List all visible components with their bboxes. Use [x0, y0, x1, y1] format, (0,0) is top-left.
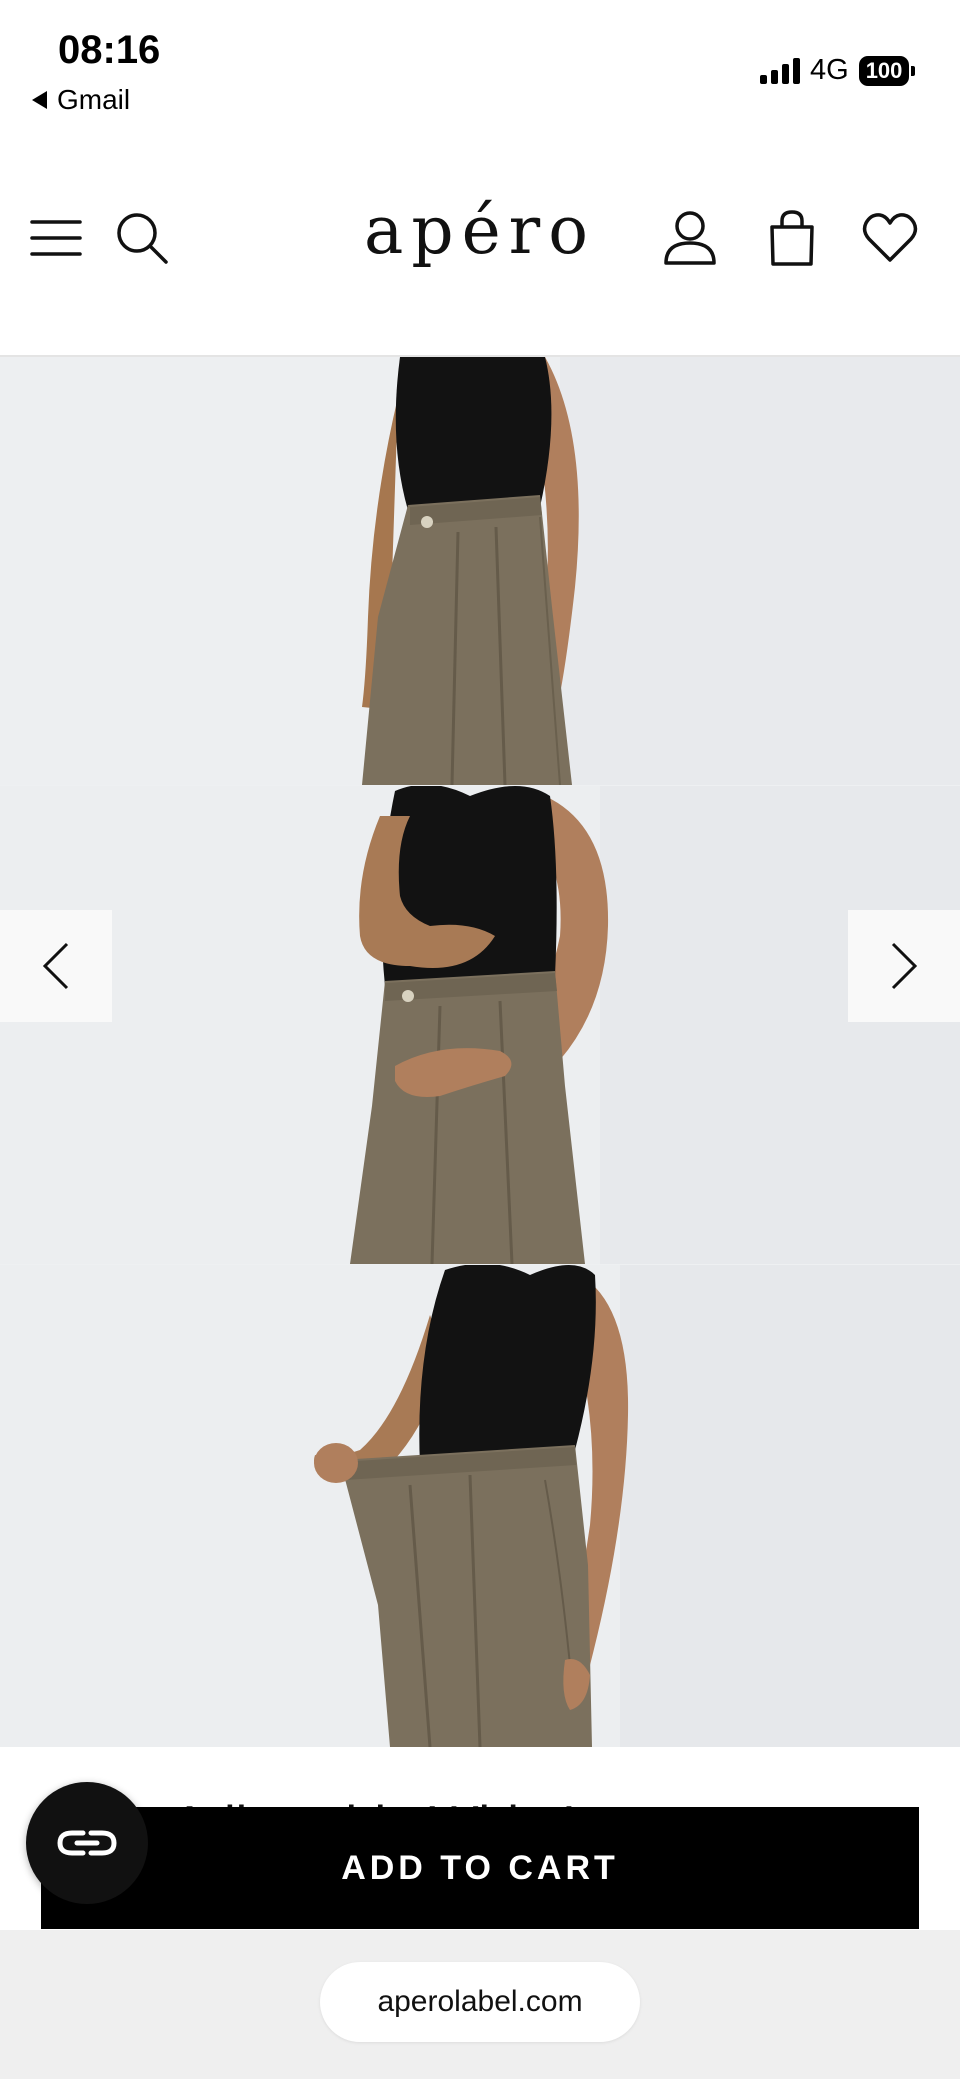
chat-button[interactable] — [26, 1782, 148, 1904]
status-time: 08:16 — [58, 28, 161, 72]
chat-icon — [57, 1830, 117, 1856]
gallery-prev-button[interactable] — [0, 910, 112, 1022]
account-icon[interactable] — [662, 210, 718, 266]
add-to-cart-button[interactable]: ADD TO CART — [41, 1807, 919, 1929]
back-triangle-icon — [32, 91, 47, 109]
back-label: Gmail — [57, 84, 131, 115]
network-label: 4G — [810, 54, 849, 86]
battery-level: 100 — [858, 55, 910, 86]
chevron-left-icon — [42, 942, 69, 990]
product-image-3 — [0, 1265, 960, 1747]
gallery-next-button[interactable] — [848, 910, 960, 1022]
back-to-gmail-link[interactable]: Gmail — [32, 84, 130, 116]
product-gallery[interactable] — [0, 357, 960, 1747]
shopping-bag-icon[interactable] — [764, 210, 820, 266]
status-indicators: 4G 100 — [760, 54, 916, 87]
url-bar[interactable]: aperolabel.com — [320, 1962, 640, 2042]
browser-bar: aperolabel.com — [0, 1930, 960, 2079]
product-image-1 — [0, 357, 960, 785]
signal-icon — [760, 57, 800, 84]
chevron-right-icon — [891, 942, 918, 990]
heart-icon[interactable] — [862, 210, 918, 266]
battery-icon: 100 — [858, 55, 916, 86]
product-image-2 — [0, 786, 960, 1264]
